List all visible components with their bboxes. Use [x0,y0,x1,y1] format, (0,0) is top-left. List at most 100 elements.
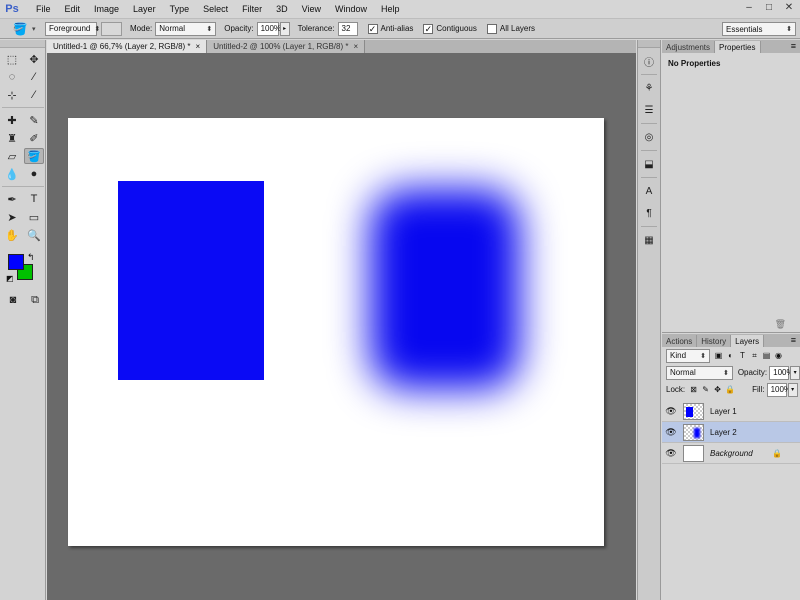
blend-opacity-row: Normal ⬍ Opacity: 100% ▾ [662,364,800,381]
tab-history[interactable]: History [697,335,732,347]
menu-image[interactable]: Image [87,4,126,14]
maximize-button[interactable]: □ [762,2,776,14]
menu-select[interactable]: Select [196,4,235,14]
menu-filter[interactable]: Filter [235,4,269,14]
panel-grip[interactable] [0,40,45,48]
character-panel-icon[interactable]: A [640,183,658,200]
adjustment-filter-icon[interactable]: ◐ [726,351,735,360]
panel-menu-icon[interactable]: ≡ [791,335,796,345]
pattern-swatch[interactable] [101,21,122,36]
layer-kind-filter[interactable]: Kind ⬍ [666,348,710,363]
filter-toggle-icon[interactable]: ◉ [774,351,783,360]
dodge-tool-icon[interactable]: ● [24,166,44,182]
pen-tool-icon[interactable]: ✒ [2,191,22,207]
fill-input[interactable]: 100% [766,382,791,397]
blend-mode-select[interactable]: Normal ⬍ [666,365,733,380]
eye-icon[interactable]: 👁 [662,427,680,438]
lasso-tool-icon[interactable]: ◌ [2,69,22,85]
close-icon[interactable]: × [196,42,201,51]
fill-source-select[interactable]: Foreground ⬍ [45,21,101,36]
contiguous-checkbox[interactable]: ✓ [423,23,434,34]
tab-properties[interactable]: Properties [715,41,761,53]
menu-file[interactable]: File [29,4,58,14]
tolerance-input[interactable]: 32 [337,21,358,36]
clone-source-icon[interactable]: ◎ [640,129,658,146]
layer-row-layer-1[interactable]: 👁 Layer 1 [662,401,800,422]
menu-type[interactable]: Type [163,4,197,14]
adjust-sliders-icon[interactable]: ☰ [640,102,658,119]
lock-position-icon[interactable]: ✥ [713,385,722,394]
eye-icon[interactable]: 👁 [662,448,680,459]
menu-layer[interactable]: Layer [126,4,163,14]
layer-row-background[interactable]: 👁 Background 🔒 [662,443,800,464]
lock-image-icon[interactable]: ✎ [701,385,710,394]
minimize-button[interactable]: – [742,2,756,14]
chevron-down-icon[interactable]: ▾ [32,25,39,33]
shape-filter-icon[interactable]: ⌗ [750,351,759,360]
tab-adjustments[interactable]: Adjustments [662,41,716,53]
layer-opacity-input[interactable]: 100% [769,365,794,380]
opacity-slider-toggle[interactable]: ▸ [279,21,290,36]
menu-edit[interactable]: Edit [58,4,88,14]
clone-stamp-tool-icon[interactable]: ♜ [2,130,22,146]
menu-window[interactable]: Window [328,4,374,14]
document-canvas[interactable] [68,118,604,546]
type-tool-icon[interactable]: T [24,191,44,207]
paint-bucket-tool-icon[interactable]: 🪣 [24,148,44,164]
eye-icon[interactable]: 👁 [662,406,680,417]
foreground-color-swatch[interactable] [8,254,24,270]
zoom-tool-icon[interactable]: 🔍 [24,227,44,243]
tab-layers[interactable]: Layers [731,335,765,347]
menu-view[interactable]: View [295,4,328,14]
brush-presets-icon[interactable]: ⚘ [640,80,658,97]
mini-bridge-icon[interactable]: ▦ [640,232,658,249]
layer-row-layer-2[interactable]: 👁 Layer 2 [662,422,800,443]
brush-tool-icon[interactable]: ✎ [24,112,44,128]
default-colors-icon[interactable]: ◩ [6,274,14,283]
lock-all-icon[interactable]: 🔒 [725,385,735,394]
screen-mode-icon[interactable]: ⧉ [28,292,42,308]
smart-object-filter-icon[interactable]: ▤ [762,351,771,360]
panel-menu-icon[interactable]: ≡ [791,41,796,51]
menu-help[interactable]: Help [374,4,407,14]
path-selection-tool-icon[interactable]: ➤ [2,209,22,225]
trash-icon[interactable]: 🗑 [775,319,786,330]
paint-bucket-tool-preset-icon[interactable]: 🪣 [8,20,32,38]
layer-opacity-slider-toggle[interactable]: ▾ [790,365,800,380]
quick-selection-tool-icon[interactable]: ⁄ [24,69,44,85]
workspace-select[interactable]: Essentials ⬍ [722,22,796,36]
opacity-input[interactable]: 100% [256,21,281,36]
doc-tab-untitled-2[interactable]: Untitled-2 @ 100% (Layer 1, RGB/8) * × [207,40,366,53]
quick-mask-icon[interactable]: ◙ [6,292,20,308]
type-filter-icon[interactable]: T [738,351,747,360]
doc-tab-untitled-1[interactable]: Untitled-1 @ 66,7% (Layer 2, RGB/8) * × [47,40,208,53]
menu-3d[interactable]: 3D [269,4,295,14]
rectangle-tool-icon[interactable]: ▭ [24,209,44,225]
history-brush-tool-icon[interactable]: ✐ [24,130,44,146]
hand-tool-icon[interactable]: ✋ [2,227,22,243]
close-window-button[interactable]: ✕ [782,2,796,14]
pixel-filter-icon[interactable]: ▣ [714,351,723,360]
panel-grip[interactable] [638,40,660,48]
lock-transparent-icon[interactable]: ⊠ [689,385,698,394]
right-panels: Adjustments Properties ≡ No Properties 🗑… [662,40,800,600]
chevron-down-icon: ⬍ [94,25,101,33]
fill-slider-toggle[interactable]: ▾ [787,382,798,397]
marquee-tool-icon[interactable]: ⬚ [2,51,22,67]
paragraph-panel-icon[interactable]: ¶ [640,205,658,222]
blur-tool-icon[interactable]: 💧 [2,166,22,182]
fill-label: Fill: [752,385,765,394]
tool-presets-icon[interactable]: ⬓ [640,156,658,173]
healing-brush-tool-icon[interactable]: ✚ [2,112,22,128]
eraser-tool-icon[interactable]: ▱ [2,148,22,164]
eyedropper-tool-icon[interactable]: ⁄ [24,87,44,103]
all-layers-checkbox[interactable] [486,23,497,34]
tab-actions[interactable]: Actions [662,335,698,347]
move-tool-icon[interactable]: ✥ [24,51,44,67]
mode-select[interactable]: Normal ⬍ [155,21,217,36]
antialias-checkbox[interactable]: ✓ [367,23,378,34]
crop-tool-icon[interactable]: ⊹ [2,87,22,103]
info-panel-icon[interactable]: ⓘ [640,53,658,70]
swap-colors-icon[interactable]: ↰ [27,252,35,263]
close-icon[interactable]: × [353,42,358,51]
